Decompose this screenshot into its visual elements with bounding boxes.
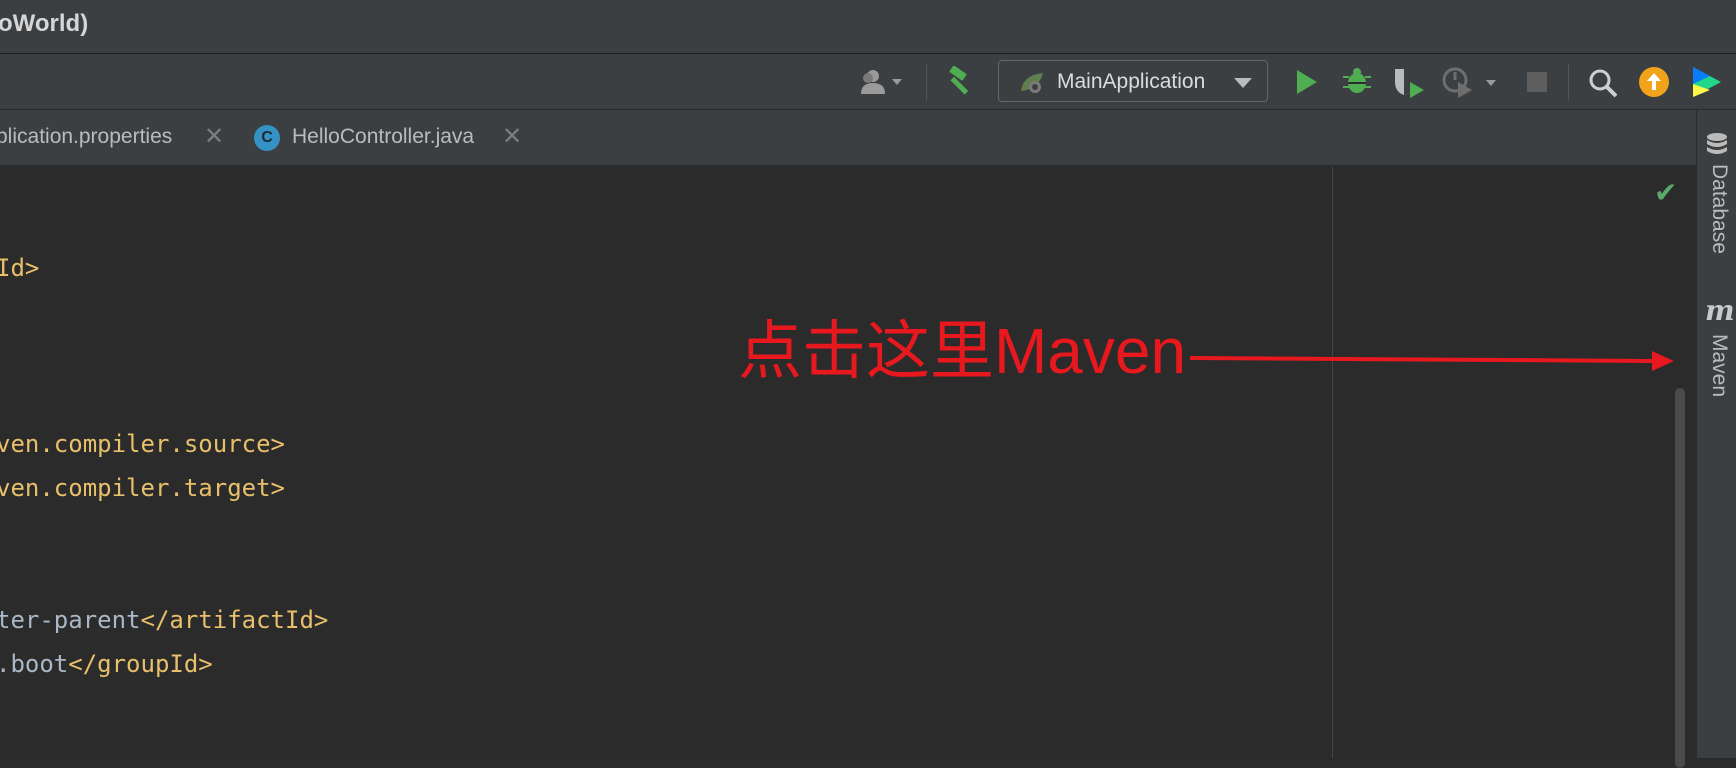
editor-tab-bar: plication.properties ✕ C HelloController… <box>0 110 1696 166</box>
debug-icon[interactable] <box>1342 66 1372 101</box>
code-line: Id> <box>0 254 40 282</box>
toolbar-separator <box>926 64 927 100</box>
tab-hello-controller[interactable]: C HelloController.java ✕ <box>240 110 530 166</box>
annotation-arrow <box>1189 351 1674 371</box>
annotation-text: 点击这里Maven <box>738 315 1187 387</box>
search-icon[interactable] <box>1588 68 1618 103</box>
main-toolbar: MainApplication <box>0 54 1736 110</box>
title-bar: oWorld) <box>0 0 1736 54</box>
window-title: oWorld) <box>0 10 89 37</box>
code-line: ven.compiler.target> <box>0 474 285 502</box>
database-tool-tab[interactable]: Database <box>1703 130 1731 280</box>
run-configuration-selector[interactable]: MainApplication <box>998 60 1268 102</box>
tab-application-properties[interactable]: plication.properties ✕ <box>0 110 240 166</box>
profile-icon[interactable] <box>1442 66 1498 103</box>
code-editor[interactable]: ✔ Id> ven.compiler.source> ven.compiler.… <box>0 166 1696 768</box>
user-icon[interactable] <box>858 68 908 96</box>
logo-icon[interactable] <box>1690 64 1724 105</box>
check-icon: ✔ <box>1654 177 1678 208</box>
maven-tool-tab[interactable]: m Maven <box>1703 294 1735 418</box>
close-icon[interactable]: ✕ <box>502 122 522 151</box>
build-hammer-icon[interactable] <box>942 65 976 98</box>
run-icon[interactable] <box>1294 68 1320 101</box>
maven-icon: m <box>1705 294 1735 327</box>
tab-label: plication.properties <box>0 125 173 148</box>
database-tab-label: Database <box>1708 164 1731 254</box>
database-icon <box>1705 132 1729 163</box>
code-line: .boot</groupId> <box>0 650 213 678</box>
toolbar-separator <box>1568 64 1569 100</box>
right-tool-strip: Database m Maven <box>1696 110 1736 758</box>
class-icon: C <box>254 125 280 151</box>
update-icon[interactable] <box>1638 66 1670 103</box>
spring-boot-icon <box>1017 69 1049 100</box>
vertical-scrollbar[interactable] <box>1675 388 1685 768</box>
tab-label: HelloController.java <box>292 125 475 148</box>
stop-icon[interactable] <box>1526 71 1548 98</box>
right-margin-guide <box>1332 166 1333 758</box>
chevron-down-icon <box>1233 76 1253 94</box>
close-icon[interactable]: ✕ <box>204 122 224 151</box>
run-configuration-label: MainApplication <box>1057 70 1206 93</box>
maven-tab-label: Maven <box>1708 334 1731 398</box>
coverage-icon[interactable] <box>1392 66 1426 103</box>
code-line: ven.compiler.source> <box>0 430 285 458</box>
code-line: ter-parent</artifactId> <box>0 606 329 634</box>
